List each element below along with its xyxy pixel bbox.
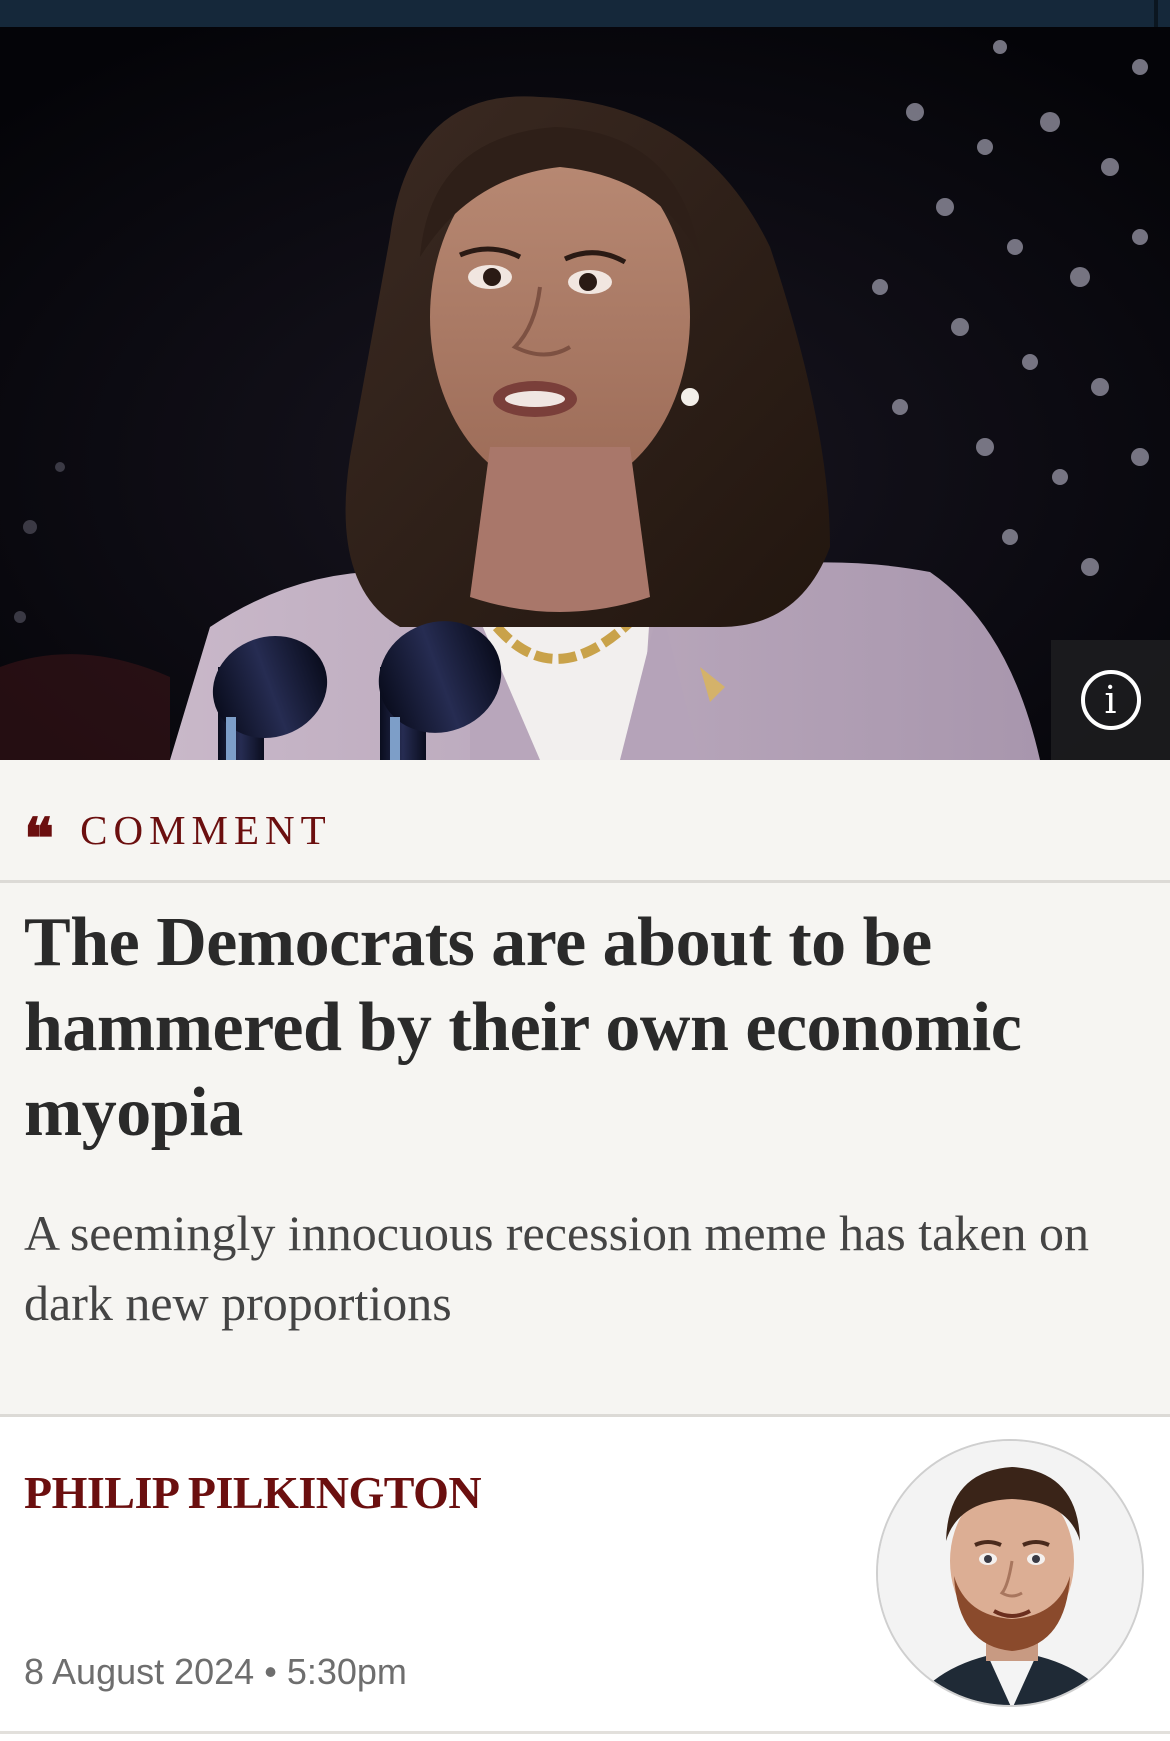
section-label[interactable]: ❝ COMMENT <box>24 805 332 867</box>
divider <box>0 880 1170 883</box>
hero-photo-illustration <box>0 27 1170 760</box>
publish-datetime: 8 August 2024 • 5:30pm <box>24 1651 407 1693</box>
standfirst: A seemingly innocuous recession meme has… <box>24 1205 1090 1331</box>
author-avatar-illustration <box>878 1441 1142 1705</box>
quote-mark-icon: ❝ <box>24 806 55 872</box>
headline: The Democrats are about to be hammered b… <box>24 904 1022 1151</box>
publish-time: 5:30pm <box>286 1651 407 1692</box>
publish-date: 8 August 2024 <box>24 1651 255 1692</box>
author-name-link[interactable]: PHILIP PILKINGTON <box>24 1466 482 1519</box>
author-avatar[interactable] <box>876 1439 1144 1707</box>
date-separator: • <box>264 1651 277 1692</box>
hero-image <box>0 27 1170 760</box>
info-icon: i <box>1080 670 1141 730</box>
section-label-text: COMMENT <box>80 807 332 853</box>
top-bar <box>0 0 1170 27</box>
top-bar-edge <box>1154 0 1158 27</box>
divider <box>0 1731 1170 1734</box>
image-info-button[interactable]: i <box>1051 640 1170 760</box>
